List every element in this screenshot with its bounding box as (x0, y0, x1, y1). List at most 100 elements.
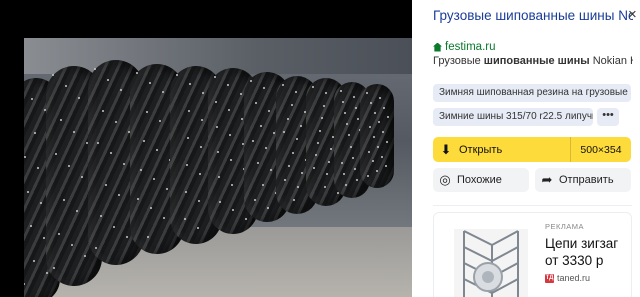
tire-stud (68, 164, 70, 167)
tire-stud (326, 173, 328, 176)
send-label: Отправить (559, 174, 614, 186)
tire-stud (43, 236, 45, 239)
tire-stud (312, 86, 314, 88)
tire-stud (282, 84, 284, 86)
tire-stud (340, 90, 342, 92)
open-button[interactable]: ⬇ Открыть 500×354 (433, 137, 631, 162)
related-query-chip[interactable]: Зимняя шипованная резина на грузовые а..… (433, 84, 631, 102)
tire-stud (24, 155, 26, 158)
tire-stud (263, 87, 265, 90)
tire-stud (346, 123, 348, 126)
tire-stud (150, 207, 152, 210)
tire-stud (100, 215, 102, 217)
ad-card[interactable]: РЕКЛАМА Цепи зигзаг от 3330 р ТД taned.r… (433, 212, 632, 297)
tire-stud (268, 109, 270, 112)
close-icon[interactable]: × (628, 6, 640, 23)
related-query-chip[interactable]: Зимние шины 315/70 r22.5 липучка (433, 108, 593, 126)
tire-stud (317, 142, 319, 144)
image-size-selector[interactable]: 500×354 (571, 144, 631, 156)
tire-stud (240, 92, 242, 95)
ad-domain[interactable]: ТД taned.ru (545, 273, 590, 283)
tire-stud (297, 185, 299, 188)
tire-stud (24, 283, 25, 286)
snippet-text: Грузовые (433, 55, 484, 67)
tire-stud (216, 126, 218, 128)
tire-stud (136, 72, 138, 74)
tire-stud (188, 110, 190, 112)
tire-stud (149, 81, 151, 84)
tire-stud (140, 168, 142, 171)
image-viewer: Грузовые шипованные шины Nokian Hakkapel… (0, 0, 640, 297)
tire-stud (283, 131, 285, 134)
tire-stud (95, 246, 97, 249)
result-snippet: Грузовые шипованные шины Nokian Hak... (433, 55, 633, 67)
result-title[interactable]: Грузовые шипованные шины Nokian Hakkapel… (433, 8, 633, 24)
tire-stud (199, 173, 201, 175)
similar-button[interactable]: ◎ Похожие (433, 168, 529, 192)
main-image[interactable] (24, 38, 412, 297)
tire-stud (245, 217, 247, 220)
info-panel: Грузовые шипованные шины Nokian Hakkapel… (412, 0, 640, 297)
tire-stud (37, 167, 39, 170)
tire-stud (120, 89, 122, 91)
tire-stud (378, 121, 380, 124)
tire-stud (34, 132, 36, 135)
tire-stud (159, 120, 161, 123)
tire-stud (187, 137, 189, 139)
tire-stud (292, 151, 294, 154)
tire-stud (260, 124, 262, 127)
tire-stud (186, 164, 188, 166)
tire-stud (345, 184, 347, 187)
tire-stud (118, 194, 120, 196)
tire-stud (354, 167, 356, 170)
tire-stud (176, 74, 178, 76)
ad-favicon-icon: ТД (545, 273, 554, 283)
tire-stud (323, 104, 325, 107)
tire-stud (153, 178, 155, 181)
tire-stud (386, 140, 388, 143)
tire-stud (350, 145, 352, 148)
tire-stud (288, 165, 290, 168)
tire-stud (33, 260, 35, 263)
tire-stud (254, 199, 256, 202)
tire-stud (137, 197, 139, 200)
similar-label: Похожие (457, 174, 502, 186)
tire-stud (325, 92, 327, 95)
tire-stud (52, 74, 54, 76)
tire-stud (296, 138, 298, 141)
tire-stud (241, 117, 243, 120)
tire-stud (53, 266, 55, 269)
send-button[interactable]: ➦ Отправить (535, 168, 631, 192)
tire-stud (373, 136, 375, 138)
tire-stud (110, 152, 112, 154)
tire-stud (94, 68, 96, 70)
tire-stud (356, 178, 358, 181)
tire-stud (262, 184, 264, 187)
tire-stud (341, 162, 343, 165)
snippet-highlight: шипованные шины (483, 55, 590, 67)
tire-stud (163, 217, 165, 219)
search-image-icon: ◎ (439, 172, 451, 187)
tire-stud (113, 225, 115, 228)
tire-stud (78, 96, 80, 99)
snippet-text: Nokian Hak... (592, 55, 633, 67)
home-icon (433, 42, 442, 52)
tire-stud (184, 218, 186, 220)
tire-stud (301, 172, 303, 175)
ad-title[interactable]: Цепи зигзаг от 3330 р (545, 235, 630, 269)
ad-label: РЕКЛАМА (545, 222, 585, 231)
more-chips-button[interactable]: ••• (597, 108, 619, 126)
tire-stud (343, 173, 345, 176)
result-domain[interactable]: festima.ru (433, 41, 496, 53)
tire-stud (81, 176, 83, 178)
tire-stud (107, 78, 109, 81)
section-divider (433, 205, 632, 206)
tire-stud (353, 95, 355, 98)
tire-stud (123, 162, 125, 165)
tire-stud (105, 183, 107, 186)
tire-stud (214, 76, 216, 78)
tire-stud (385, 165, 387, 168)
tire-stud (330, 148, 332, 151)
tire-stud (215, 101, 217, 103)
tire-stud (58, 232, 60, 235)
